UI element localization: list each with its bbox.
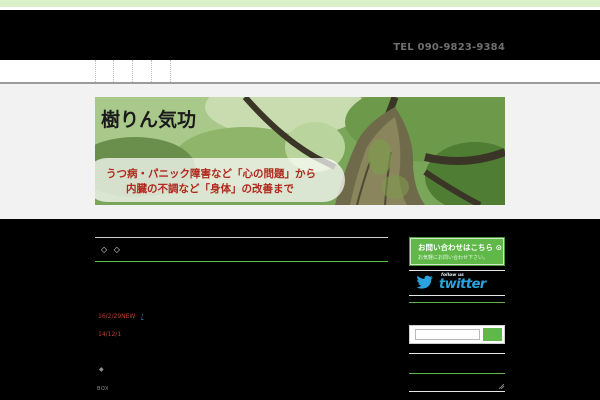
nav-item-3[interactable] [133,60,152,82]
phone-number[interactable]: TEL 090-9823-9384 [393,42,505,53]
news-item: 14/12/1 [98,331,125,338]
global-nav [0,60,600,83]
banner-title: 樹りん気功 [101,109,197,131]
twitter-wordmark: twitter [439,277,486,292]
news-item: 16/2/29NEW / [98,313,143,320]
contact-button-sublabel: お気軽にお問い合わせ下さい。 [418,255,489,261]
news-link[interactable]: / [141,313,143,320]
banner-tagline-line2: 内臓の不調など「身体」の改善まで [126,183,294,195]
nav-items [95,60,171,82]
site-header: TEL 090-9823-9384 [0,10,600,60]
twitter-bird-icon [416,275,433,289]
search-button[interactable] [483,328,502,341]
header-banner[interactable]: 樹りん気功 うつ病・パニック障害など「心の問題」から 内臓の不調など「身体」の改… [95,97,505,205]
contact-button-label: お問い合わせはこちら ⊙ [418,243,502,252]
sidebar-accent-rule [409,373,505,374]
search-input[interactable] [415,329,480,340]
search-box [409,325,505,344]
sidebar-rule [409,391,505,392]
contact-button[interactable]: お問い合わせはこちら ⊙ お気軽にお問い合わせ下さい。 [409,237,505,266]
sidebar-rule [409,353,505,354]
twitter-follow-link[interactable]: follow us twitter [413,272,503,292]
news-date: 16/2/29NEW [98,313,136,320]
main-heading-marks: ◇ ◇ [101,245,122,254]
sidebar-rule [409,295,505,296]
top-stripe [0,0,600,7]
main-heading-rule-bottom [95,261,388,262]
nav-item-4[interactable] [152,60,171,82]
sidebar-accent-rule [409,302,505,303]
news-date: 14/12/1 [98,331,122,338]
banner-tagline-line1: うつ病・パニック障害など「心の問題」から [106,168,316,180]
nav-item-1[interactable] [95,60,114,82]
main-heading-rule-top [95,237,388,238]
box-label: BOX [97,386,109,392]
nav-item-2[interactable] [114,60,133,82]
sidebar-rule [409,270,505,271]
resize-grip-icon [499,384,504,389]
section-bullet: ◆ [99,366,104,373]
